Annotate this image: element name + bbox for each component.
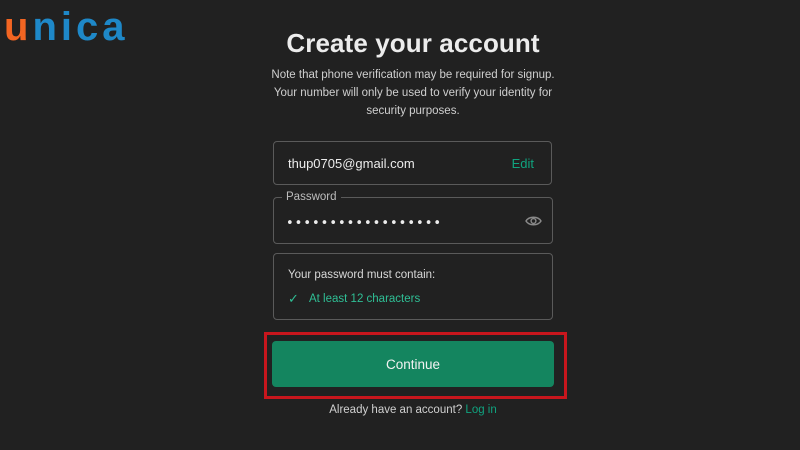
requirement-item: ✓ At least 12 characters — [288, 292, 420, 305]
email-field: thup0705@gmail.com Edit — [273, 141, 552, 185]
password-input[interactable] — [286, 214, 516, 232]
login-prompt-text: Already have an account? — [329, 404, 463, 416]
password-label: Password — [282, 190, 341, 204]
signup-page: unica Create your account Note that phon… — [0, 0, 800, 450]
continue-button[interactable]: Continue — [272, 341, 554, 387]
page-title: Create your account — [286, 28, 540, 58]
page-subtitle: Note that phone verification may be requ… — [271, 69, 555, 117]
requirement-label: At least 12 characters — [309, 292, 421, 305]
eye-icon[interactable] — [525, 214, 542, 228]
password-requirements: Your password must contain: ✓ At least 1… — [273, 253, 553, 320]
requirements-heading: Your password must contain: — [288, 269, 436, 281]
edit-email-link[interactable]: Edit — [512, 156, 534, 171]
login-prompt: Already have an account? Log in — [0, 404, 800, 416]
check-icon: ✓ — [288, 291, 299, 306]
email-value: thup0705@gmail.com — [288, 156, 415, 171]
login-link[interactable]: Log in — [465, 404, 496, 416]
password-field: Password — [273, 190, 553, 244]
